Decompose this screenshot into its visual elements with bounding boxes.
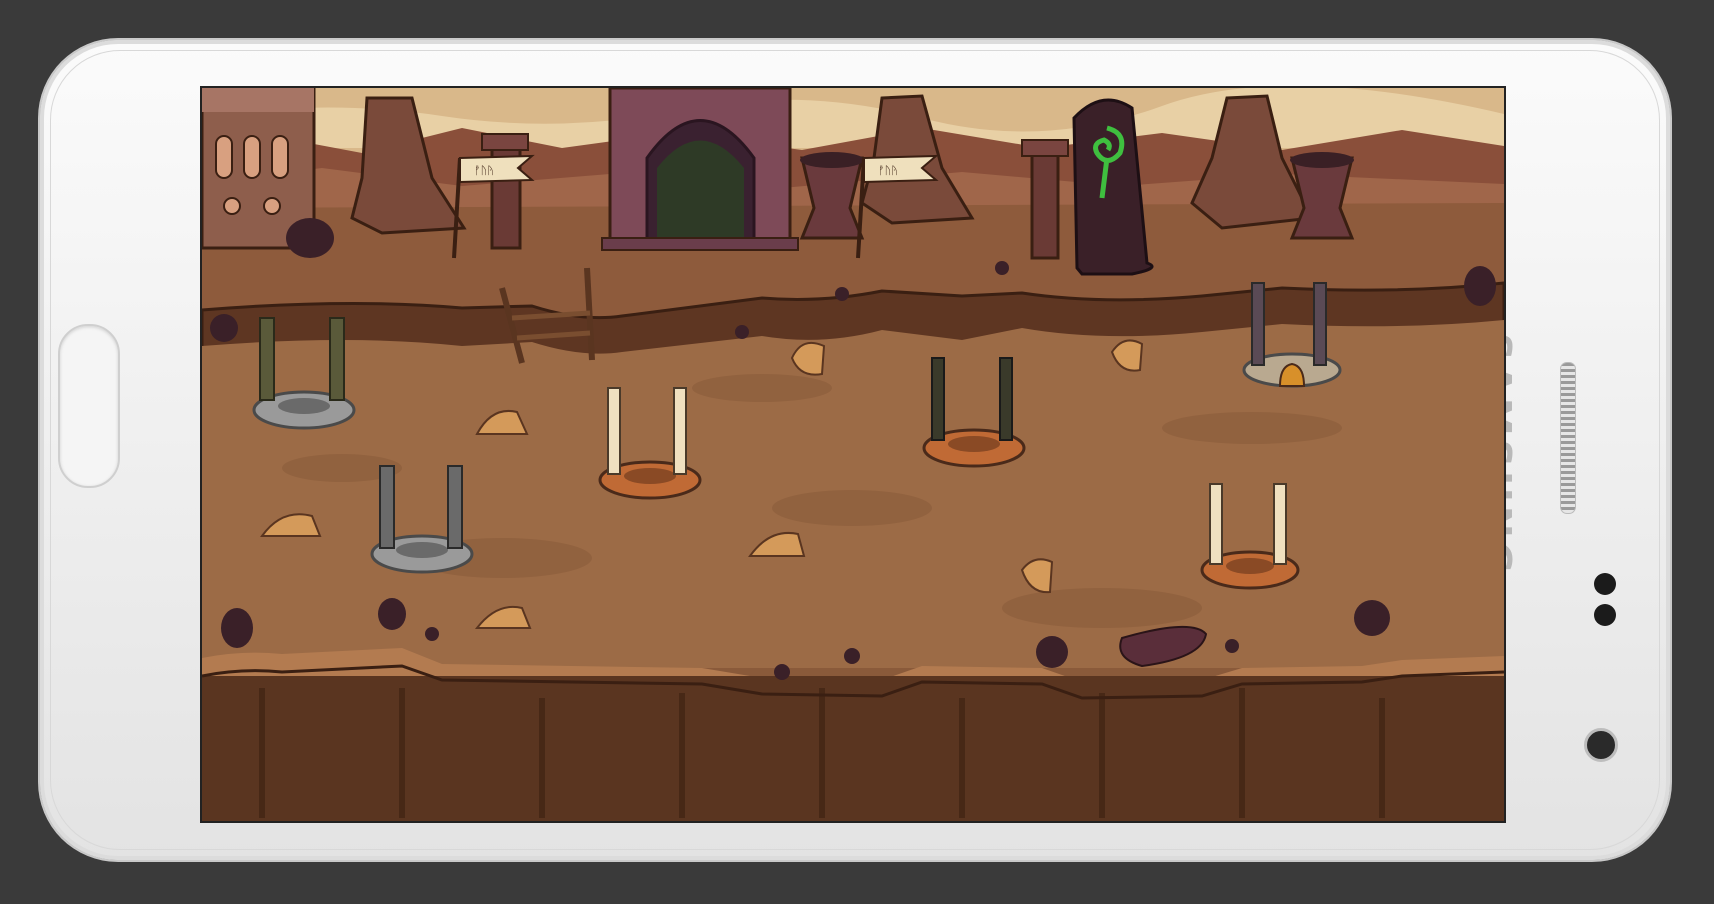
pebble [735,325,749,339]
ground-patch [1162,412,1342,444]
game-screen[interactable]: ᚡᚢᚤ ᚡᚢᚤ [200,86,1506,823]
flag-glyphs: ᚡᚢᚤ [474,164,494,177]
ground-patch [1002,588,1202,628]
ground-patch [772,490,932,526]
rock [1036,636,1068,668]
ground-patch [692,374,832,402]
rock [221,608,253,648]
bottom-cliff [202,676,1504,821]
pebble [1225,639,1239,653]
pebble [844,648,860,664]
stone-urn [1289,152,1355,240]
rock [378,598,406,630]
pebble [995,261,1009,275]
stone-urn [799,152,865,240]
flag-glyphs: ᚡᚢᚤ [878,164,898,177]
pebble [835,287,849,301]
speaker-grille [1560,362,1576,514]
pebble [425,627,439,641]
rock [1464,266,1496,306]
home-button[interactable] [58,324,120,488]
rock [286,218,334,258]
temple-gate [601,88,799,251]
rock [210,314,238,342]
rock [1354,600,1390,636]
light-sensor [1594,604,1616,626]
front-camera [1584,728,1618,762]
proximity-sensor [1594,573,1616,595]
pebble [774,664,790,680]
